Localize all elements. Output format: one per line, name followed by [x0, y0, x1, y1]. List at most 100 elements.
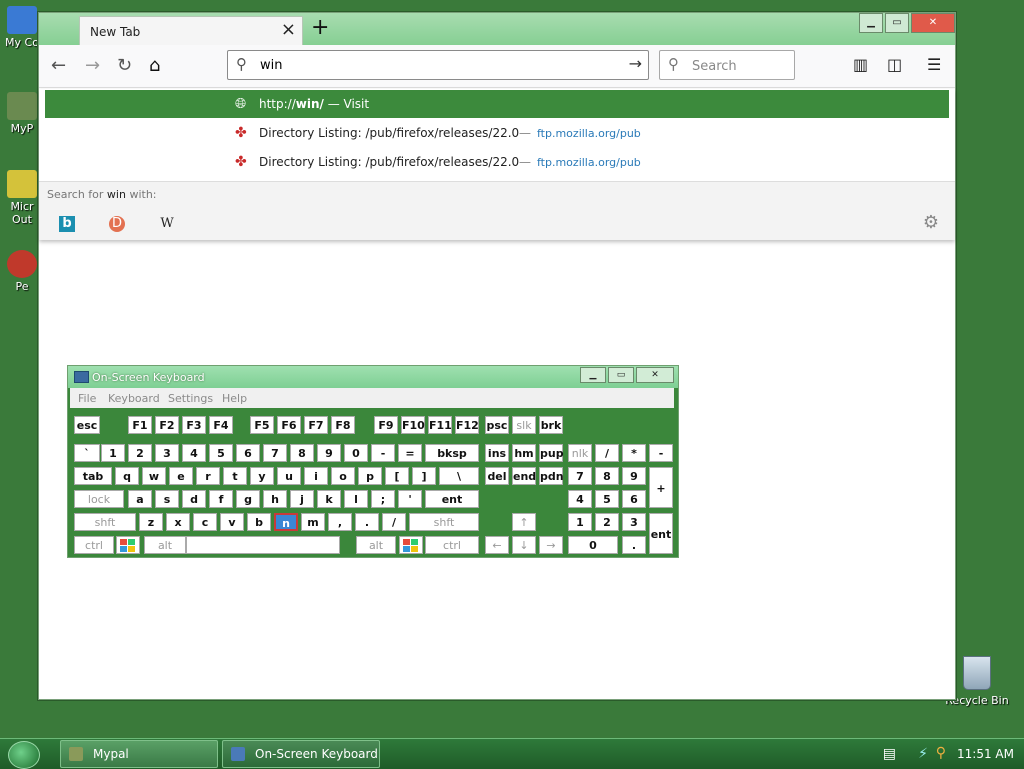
key-slk[interactable]: slk — [512, 416, 536, 434]
key-F11[interactable]: F11 — [428, 416, 452, 434]
new-tab-icon[interactable]: + — [311, 15, 329, 40]
key-sym[interactable]: ↓ — [512, 536, 536, 554]
key-F2[interactable]: F2 — [155, 416, 179, 434]
key-k[interactable]: k — [317, 490, 341, 508]
key-pdn[interactable]: pdn — [539, 467, 564, 485]
key-sym[interactable]: ] — [412, 467, 436, 485]
search-box[interactable]: ⚲ — [659, 50, 795, 80]
key-4[interactable]: 4 — [568, 490, 592, 508]
forward-icon[interactable]: → — [85, 55, 100, 76]
key-sym[interactable]: ' — [398, 490, 422, 508]
key-space[interactable] — [186, 536, 340, 554]
close-tab-icon[interactable]: × — [281, 19, 296, 40]
network-icon[interactable]: ⚡ — [918, 746, 928, 762]
key-psc[interactable]: psc — [485, 416, 509, 434]
back-icon[interactable]: ← — [51, 55, 66, 76]
home-icon[interactable]: ⌂ — [149, 55, 160, 76]
key-bksp[interactable]: bksp — [425, 444, 479, 462]
key-1[interactable]: 1 — [101, 444, 125, 462]
maximize-icon[interactable]: ▭ — [885, 13, 909, 33]
key-u[interactable]: u — [277, 467, 301, 485]
key-sym[interactable]: \ — [439, 467, 479, 485]
key-sym[interactable]: + — [649, 467, 673, 508]
key-ins[interactable]: ins — [485, 444, 509, 462]
key-p[interactable]: p — [358, 467, 382, 485]
key-s[interactable]: s — [155, 490, 179, 508]
key-sym[interactable]: - — [649, 444, 673, 462]
key-alt[interactable]: alt — [356, 536, 396, 554]
key-5[interactable]: 5 — [209, 444, 233, 462]
reload-icon[interactable]: ↻ — [117, 55, 132, 76]
key-esc[interactable]: esc — [74, 416, 100, 434]
key-3[interactable]: 3 — [622, 513, 646, 531]
minimize-icon[interactable]: ▁ — [580, 367, 606, 383]
key-del[interactable]: del — [485, 467, 509, 485]
key-end[interactable]: end — [512, 467, 536, 485]
key-r[interactable]: r — [196, 467, 220, 485]
key-sym[interactable]: / — [382, 513, 406, 531]
key-f[interactable]: f — [209, 490, 233, 508]
suggestion-row[interactable]: ✤ Directory Listing: /pub/firefox/releas… — [45, 119, 949, 147]
suggestion-row[interactable]: ✤ Directory Listing: /pub/firefox/releas… — [45, 148, 949, 176]
taskbar-item-mypal[interactable]: Mypal — [60, 740, 218, 768]
key-F10[interactable]: F10 — [401, 416, 425, 434]
key-ctrl[interactable]: ctrl — [425, 536, 479, 554]
key-8[interactable]: 8 — [595, 467, 619, 485]
close-icon[interactable]: ✕ — [911, 13, 955, 33]
key-alt[interactable]: alt — [144, 536, 186, 554]
key-ent[interactable]: ent — [649, 513, 673, 554]
menu-settings[interactable]: Settings — [168, 392, 213, 405]
url-bar[interactable]: ⚲ → — [227, 50, 649, 80]
clock[interactable]: 11:51 AM — [957, 747, 1014, 761]
go-arrow-icon[interactable]: → — [629, 54, 642, 73]
key-sym[interactable]: / — [595, 444, 619, 462]
key-2[interactable]: 2 — [128, 444, 152, 462]
tab-new-tab[interactable]: New Tab × — [79, 16, 303, 46]
key-m[interactable]: m — [301, 513, 325, 531]
key-brk[interactable]: brk — [539, 416, 563, 434]
key-sym[interactable]: , — [328, 513, 352, 531]
duckduckgo-icon[interactable]: D — [109, 216, 125, 232]
key-hm[interactable]: hm — [512, 444, 536, 462]
key-sym[interactable]: ↑ — [512, 513, 536, 531]
key-shft[interactable]: shft — [409, 513, 479, 531]
key-0[interactable]: 0 — [568, 536, 618, 554]
key-sym[interactable]: . — [355, 513, 379, 531]
key-2[interactable]: 2 — [595, 513, 619, 531]
key-sym[interactable]: . — [622, 536, 646, 554]
key-1[interactable]: 1 — [568, 513, 592, 531]
key-sym[interactable]: = — [398, 444, 422, 462]
menu-help[interactable]: Help — [222, 392, 247, 405]
osk-title-bar[interactable]: On-Screen Keyboard ▁ ▭ ✕ — [68, 366, 678, 388]
key-F5[interactable]: F5 — [250, 416, 274, 434]
key-6[interactable]: 6 — [622, 490, 646, 508]
close-icon[interactable]: ✕ — [636, 367, 674, 383]
key-5[interactable]: 5 — [595, 490, 619, 508]
key-8[interactable]: 8 — [290, 444, 314, 462]
key-e[interactable]: e — [169, 467, 193, 485]
key-9[interactable]: 9 — [317, 444, 341, 462]
key-ent[interactable]: ent — [425, 490, 479, 508]
key-6[interactable]: 6 — [236, 444, 260, 462]
key-b[interactable]: b — [247, 513, 271, 531]
key-sym[interactable]: → — [539, 536, 563, 554]
key-d[interactable]: d — [182, 490, 206, 508]
key-F8[interactable]: F8 — [331, 416, 355, 434]
menu-keyboard[interactable]: Keyboard — [108, 392, 160, 405]
key-sym[interactable]: ; — [371, 490, 395, 508]
key-sym[interactable]: ` — [74, 444, 100, 462]
key-9[interactable]: 9 — [622, 467, 646, 485]
windows-key-icon[interactable] — [116, 536, 140, 554]
key-F9[interactable]: F9 — [374, 416, 398, 434]
key-q[interactable]: q — [115, 467, 139, 485]
url-input[interactable] — [258, 54, 612, 76]
key-y[interactable]: y — [250, 467, 274, 485]
key-j[interactable]: j — [290, 490, 314, 508]
key-h[interactable]: h — [263, 490, 287, 508]
key-3[interactable]: 3 — [155, 444, 179, 462]
start-button[interactable] — [8, 741, 40, 769]
key-z[interactable]: z — [139, 513, 163, 531]
key-pup[interactable]: pup — [539, 444, 564, 462]
key-i[interactable]: i — [304, 467, 328, 485]
key-F4[interactable]: F4 — [209, 416, 233, 434]
